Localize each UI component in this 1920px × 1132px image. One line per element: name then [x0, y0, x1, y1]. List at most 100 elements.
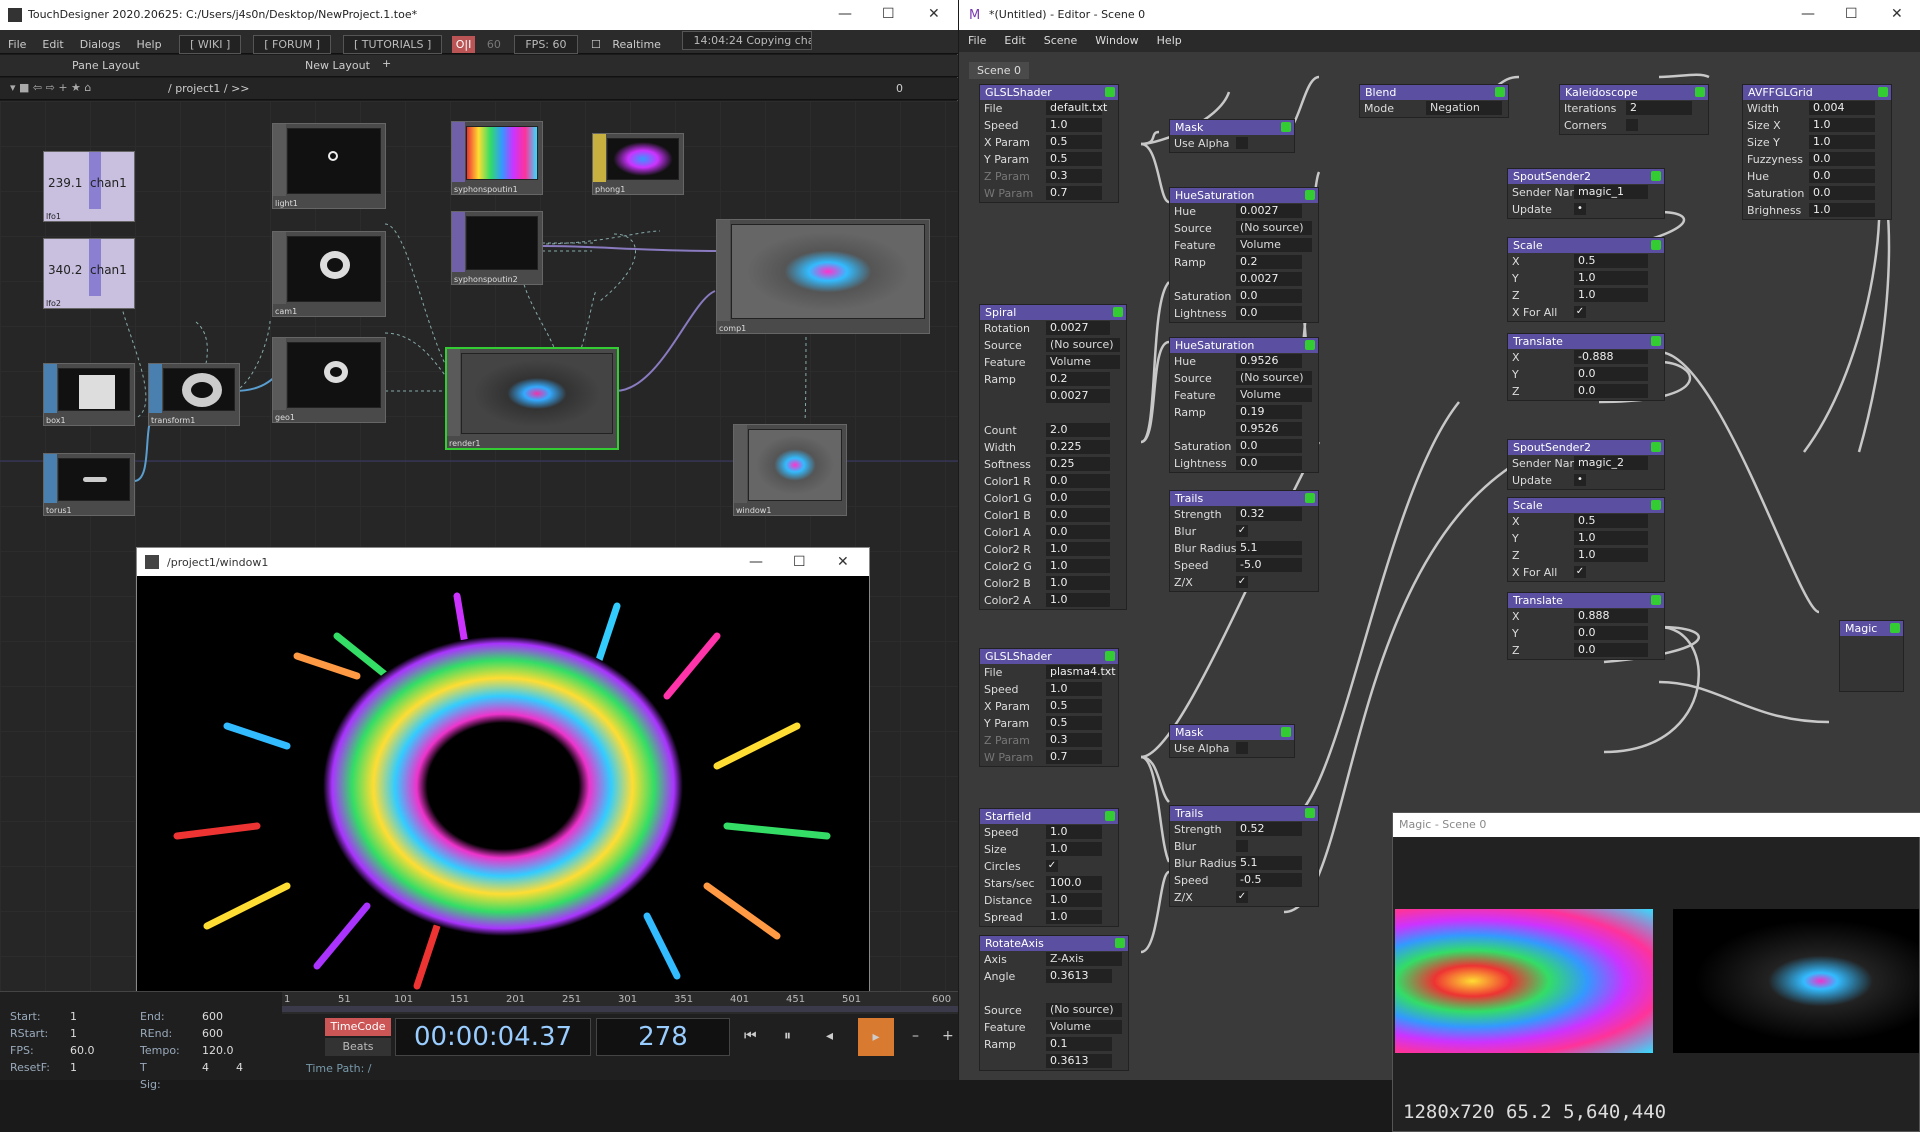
param-value[interactable]: Volume	[1236, 238, 1312, 252]
add-layout-button[interactable]: +	[382, 57, 391, 70]
phong1-node[interactable]: phong1	[592, 133, 684, 195]
transform1-node[interactable]: transform1	[148, 363, 240, 426]
new-layout-button[interactable]: New Layout	[305, 59, 370, 72]
window1-preview[interactable]: /project1/window1 — ☐ ✕	[136, 547, 870, 994]
tempo-value[interactable]: 120.0	[202, 1042, 234, 1059]
network-path[interactable]: / project1 / >>	[168, 82, 250, 95]
module-header[interactable]: Translate	[1508, 593, 1664, 608]
param-value[interactable]: 5.1	[1236, 856, 1302, 870]
param-checkbox[interactable]: ✓	[1236, 891, 1248, 903]
param-value[interactable]: 1.0	[1046, 842, 1102, 856]
module-header[interactable]: AVFFGLGrid	[1743, 85, 1891, 100]
param-value[interactable]: Volume	[1046, 355, 1120, 369]
module-header[interactable]: SpoutSender2	[1508, 169, 1664, 184]
param-value[interactable]: Z-Axis	[1046, 952, 1122, 966]
forum-link[interactable]: [ FORUM ]	[253, 35, 331, 54]
param-value[interactable]: magic_2	[1574, 456, 1648, 470]
param-value[interactable]: 1.0	[1046, 559, 1110, 573]
power-icon[interactable]	[1105, 811, 1115, 821]
param-value[interactable]: (No source)	[1046, 338, 1120, 352]
magic-preview-window[interactable]: Magic - Scene 0 1280x720 65.2 5,640,440	[1392, 812, 1920, 1132]
starfield-module[interactable]: Starfield Speed 1.0 Size 1.0 Circles ✓ Stars/se…	[979, 808, 1119, 927]
comp1-node[interactable]: comp1	[716, 219, 930, 334]
power-icon[interactable]	[1651, 336, 1661, 346]
power-icon[interactable]	[1281, 122, 1291, 132]
dropdown-icon[interactable]: ▾ ■ ⇦ ⇨ + ★ ⌂	[10, 81, 91, 94]
hue1-module[interactable]: HueSaturation Hue 0.0027 Source (No source) F…	[1169, 187, 1319, 323]
param-value[interactable]: 0.9526	[1236, 354, 1302, 368]
glsl1-module[interactable]: GLSLShader File default.txt Speed 1.0 X Param…	[979, 84, 1119, 203]
power-icon[interactable]	[1305, 808, 1315, 818]
spout1-module[interactable]: SpoutSender2 Sender Name magic_1 Update •	[1507, 168, 1665, 219]
fps-value[interactable]: 60.0	[70, 1042, 95, 1059]
menu-window[interactable]: Window	[1086, 30, 1147, 51]
tsig-value-2[interactable]: 4	[236, 1059, 243, 1076]
param-value[interactable]: 0.2	[1236, 255, 1302, 269]
param-value[interactable]: Volume	[1046, 1020, 1122, 1034]
module-header[interactable]: RotateAxis	[980, 936, 1128, 951]
tsig-value-1[interactable]: 4	[202, 1059, 209, 1076]
mask2-module[interactable]: Mask Use Alpha	[1169, 724, 1295, 758]
param-value[interactable]: 0.1	[1046, 1037, 1112, 1051]
param-value[interactable]: 1.0	[1046, 825, 1102, 839]
param-value[interactable]: 1.0	[1046, 118, 1102, 132]
power-icon[interactable]	[1695, 87, 1705, 97]
param-checkbox[interactable]: •	[1574, 203, 1586, 215]
blend-module[interactable]: Blend Mode Negation	[1359, 84, 1509, 118]
close-icon[interactable]: ✕	[837, 554, 849, 570]
rend-value[interactable]: 600	[202, 1025, 223, 1042]
param-value[interactable]: 0.0	[1236, 439, 1302, 453]
step-back-icon[interactable]: ◂	[826, 1028, 833, 1044]
scene-canvas[interactable]: Scene 0 GLSLShader File default.txt Spee…	[959, 52, 1920, 1132]
param-value[interactable]: 0.0	[1574, 367, 1648, 381]
oi-toggle[interactable]: O|I	[451, 36, 476, 53]
param-value[interactable]: 1.0	[1574, 288, 1648, 302]
param-checkbox[interactable]	[1236, 840, 1248, 852]
timecode-display[interactable]: 00:00:04.37	[395, 1018, 591, 1056]
lfo1-node[interactable]: 239.1 chan1 lfo1	[43, 151, 135, 222]
param-value[interactable]: 0.32	[1236, 507, 1302, 521]
module-header[interactable]: Trails	[1170, 806, 1318, 821]
param-value[interactable]: 0.25	[1046, 457, 1110, 471]
menu-file[interactable]: File	[959, 30, 995, 51]
param-value[interactable]: 1.0	[1046, 542, 1110, 556]
glsl2-module[interactable]: GLSLShader File plasma4.txt Speed 1.0 X Param…	[979, 648, 1119, 767]
param-value[interactable]: 100.0	[1046, 876, 1102, 890]
param-value[interactable]: 0.2	[1046, 372, 1110, 386]
param-value[interactable]: (No source)	[1236, 371, 1312, 385]
module-header[interactable]: Starfield	[980, 809, 1118, 824]
module-header[interactable]: Scale	[1508, 498, 1664, 513]
resetf-value[interactable]: 1	[70, 1059, 77, 1076]
param-value[interactable]: 1.0	[1809, 203, 1875, 217]
menu-file[interactable]: File	[0, 34, 34, 55]
power-icon[interactable]	[1105, 651, 1115, 661]
module-header[interactable]: Kaleidoscope	[1560, 85, 1708, 100]
light1-node[interactable]: light1	[272, 123, 386, 209]
menu-scene[interactable]: Scene	[1035, 30, 1087, 51]
param-value[interactable]: (No source)	[1046, 1003, 1122, 1017]
maximize-icon[interactable]: ☐	[793, 554, 806, 570]
param-value[interactable]: 0.19	[1236, 405, 1302, 419]
param-checkbox[interactable]: ✓	[1046, 860, 1058, 872]
magic-module[interactable]: Magic	[1839, 620, 1904, 692]
module-header[interactable]: GLSLShader	[980, 85, 1118, 100]
module-header[interactable]: Blend	[1360, 85, 1508, 100]
param-value[interactable]: 0.5	[1046, 152, 1102, 166]
trans2-module[interactable]: Translate X 0.888 Y 0.0 Z 0.0	[1507, 592, 1665, 660]
param-value[interactable]: 0.0	[1236, 456, 1302, 470]
param-value[interactable]: 0.0	[1236, 306, 1302, 320]
param-checkbox[interactable]: ✓	[1574, 306, 1586, 318]
param-value[interactable]: 0.5	[1574, 254, 1648, 268]
param-checkbox[interactable]	[1626, 119, 1638, 131]
power-icon[interactable]	[1305, 340, 1315, 350]
power-icon[interactable]	[1651, 595, 1661, 605]
power-icon[interactable]	[1651, 442, 1661, 452]
menu-help[interactable]: Help	[1148, 30, 1191, 51]
param-value[interactable]: plasma4.txt	[1046, 665, 1116, 679]
maximize-icon[interactable]: ☐	[882, 6, 895, 22]
param-value[interactable]: -5.0	[1236, 558, 1302, 572]
timeline-ruler[interactable]: 1 51 101 151 201 251 301 351 401 451 501…	[282, 992, 958, 1014]
power-icon[interactable]	[1305, 493, 1315, 503]
module-header[interactable]: HueSaturation	[1170, 338, 1318, 353]
param-value[interactable]: 0.3613	[1046, 1054, 1112, 1068]
